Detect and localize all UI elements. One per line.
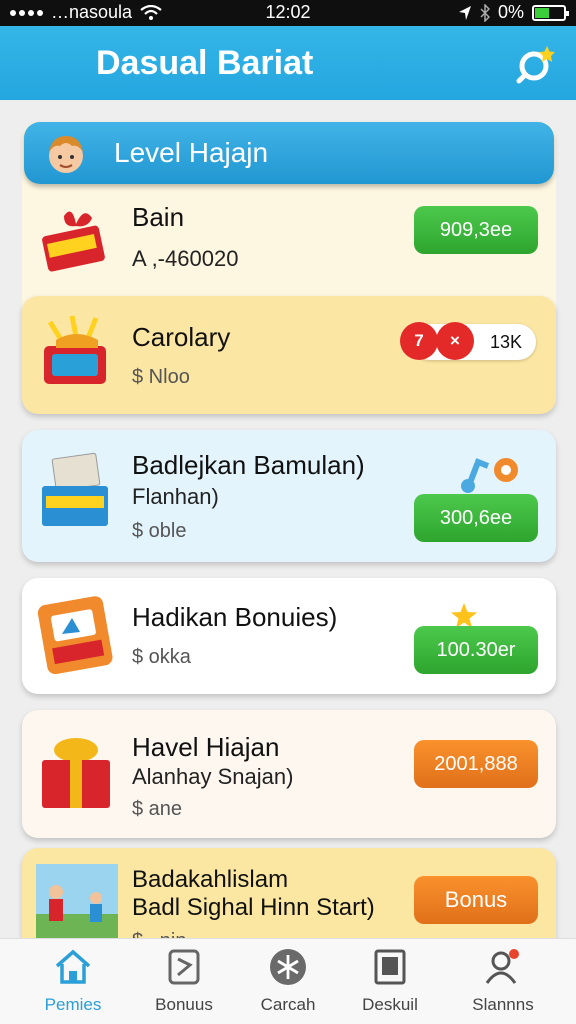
tab-carcah[interactable]: Carcah	[233, 947, 343, 1015]
app-header: Dasual Bariat	[0, 26, 576, 100]
profile-icon	[485, 949, 519, 984]
avatar	[49, 136, 83, 173]
tab-label: Slannns	[472, 995, 534, 1014]
coupon-icon	[37, 596, 113, 674]
counter-value: 13K	[489, 332, 522, 352]
bonus-icon	[168, 949, 200, 985]
counter-badge-b: ×	[436, 322, 474, 360]
family-image	[36, 864, 118, 938]
document-icon	[374, 949, 406, 985]
item-price: $ ane	[132, 798, 183, 820]
list-item[interactable]: Badlejkan Bamulan) Flanhan) $ oble 300,6…	[22, 430, 556, 562]
package-icon	[42, 452, 108, 526]
music-icon	[461, 458, 518, 493]
item-title: Hadikan Bonuies)	[132, 602, 338, 632]
counter-pill[interactable]: 7 × 13K	[400, 322, 536, 360]
list-item[interactable]: Havel Hiajan Alanhay Snajan) $ ane 2001,…	[22, 710, 556, 838]
item-subtitle: Flanhan)	[132, 484, 219, 509]
tab-deskuil[interactable]: Deskuil	[335, 947, 445, 1015]
value-badge[interactable]: 2001,888	[414, 740, 538, 788]
item-subtitle: A ,-460020	[132, 246, 239, 271]
item-title: Badakahlislam	[132, 866, 289, 893]
value-badge[interactable]: 909,3ee	[414, 206, 538, 254]
bluetooth-icon	[480, 3, 490, 22]
item-title: Bain	[132, 202, 185, 232]
item-price: $ okka	[132, 646, 191, 668]
value-badge[interactable]: 300,6ee	[414, 494, 538, 542]
item-title: Carolary	[132, 322, 231, 352]
list-item[interactable]: Hadikan Bonuies) $ okka 100.30er	[22, 578, 556, 694]
battery-icon	[532, 4, 569, 21]
tab-slannns[interactable]: Slannns	[448, 947, 558, 1015]
battery-fill	[535, 7, 549, 18]
bonus-button[interactable]: Bonus	[414, 876, 538, 924]
item-title: Badlejkan Bamulan)	[132, 450, 365, 480]
status-bar: …nasoula 12:02 0%	[0, 0, 576, 26]
gift-icon	[42, 211, 105, 272]
bottom-nav: Pemies Bonuus Carcah Deskuil Slannns	[0, 938, 576, 1024]
tab-label: Carcah	[260, 995, 316, 1014]
item-price: $ Nloo	[132, 366, 190, 388]
level-header[interactable]: Level Hajajn	[24, 122, 554, 184]
home-icon	[55, 949, 91, 984]
item-price: $ oble	[132, 520, 187, 542]
tab-label: Pemies	[44, 995, 102, 1014]
tab-pemies[interactable]: Pemies	[18, 947, 128, 1015]
item-price: $ ..nin	[132, 930, 186, 938]
battery-percent: 0%	[497, 2, 524, 22]
gift-box-icon	[44, 315, 106, 384]
item-subtitle: Alanhay Snajan)	[132, 764, 294, 789]
tab-label: Deskuil	[362, 995, 418, 1014]
search-icon[interactable]	[514, 42, 558, 86]
list-item[interactable]: Badakahlislam Badl Sighal Hinn Start) $ …	[22, 848, 556, 938]
level-title: Level Hajajn	[114, 137, 269, 168]
present-icon	[42, 738, 110, 808]
tab-bonuus[interactable]: Bonuus	[129, 947, 239, 1015]
item-subtitle: Badl Sighal Hinn Start)	[132, 894, 375, 921]
status-right: 0%	[458, 2, 569, 23]
counter-badge-a: 7	[400, 322, 438, 360]
page-title: Dasual Bariat	[96, 44, 314, 82]
value-badge[interactable]: 100.30er	[414, 626, 538, 674]
snowflake-icon	[270, 949, 306, 985]
list-item[interactable]: Carolary $ Nloo 7 × 13K	[22, 296, 556, 414]
location-icon	[458, 5, 471, 20]
item-title: Havel Hiajan	[132, 732, 280, 762]
tab-label: Bonuus	[155, 995, 213, 1014]
content-list[interactable]: Level Hajajn Bain A ,-460020 909,3ee Car…	[0, 100, 576, 938]
